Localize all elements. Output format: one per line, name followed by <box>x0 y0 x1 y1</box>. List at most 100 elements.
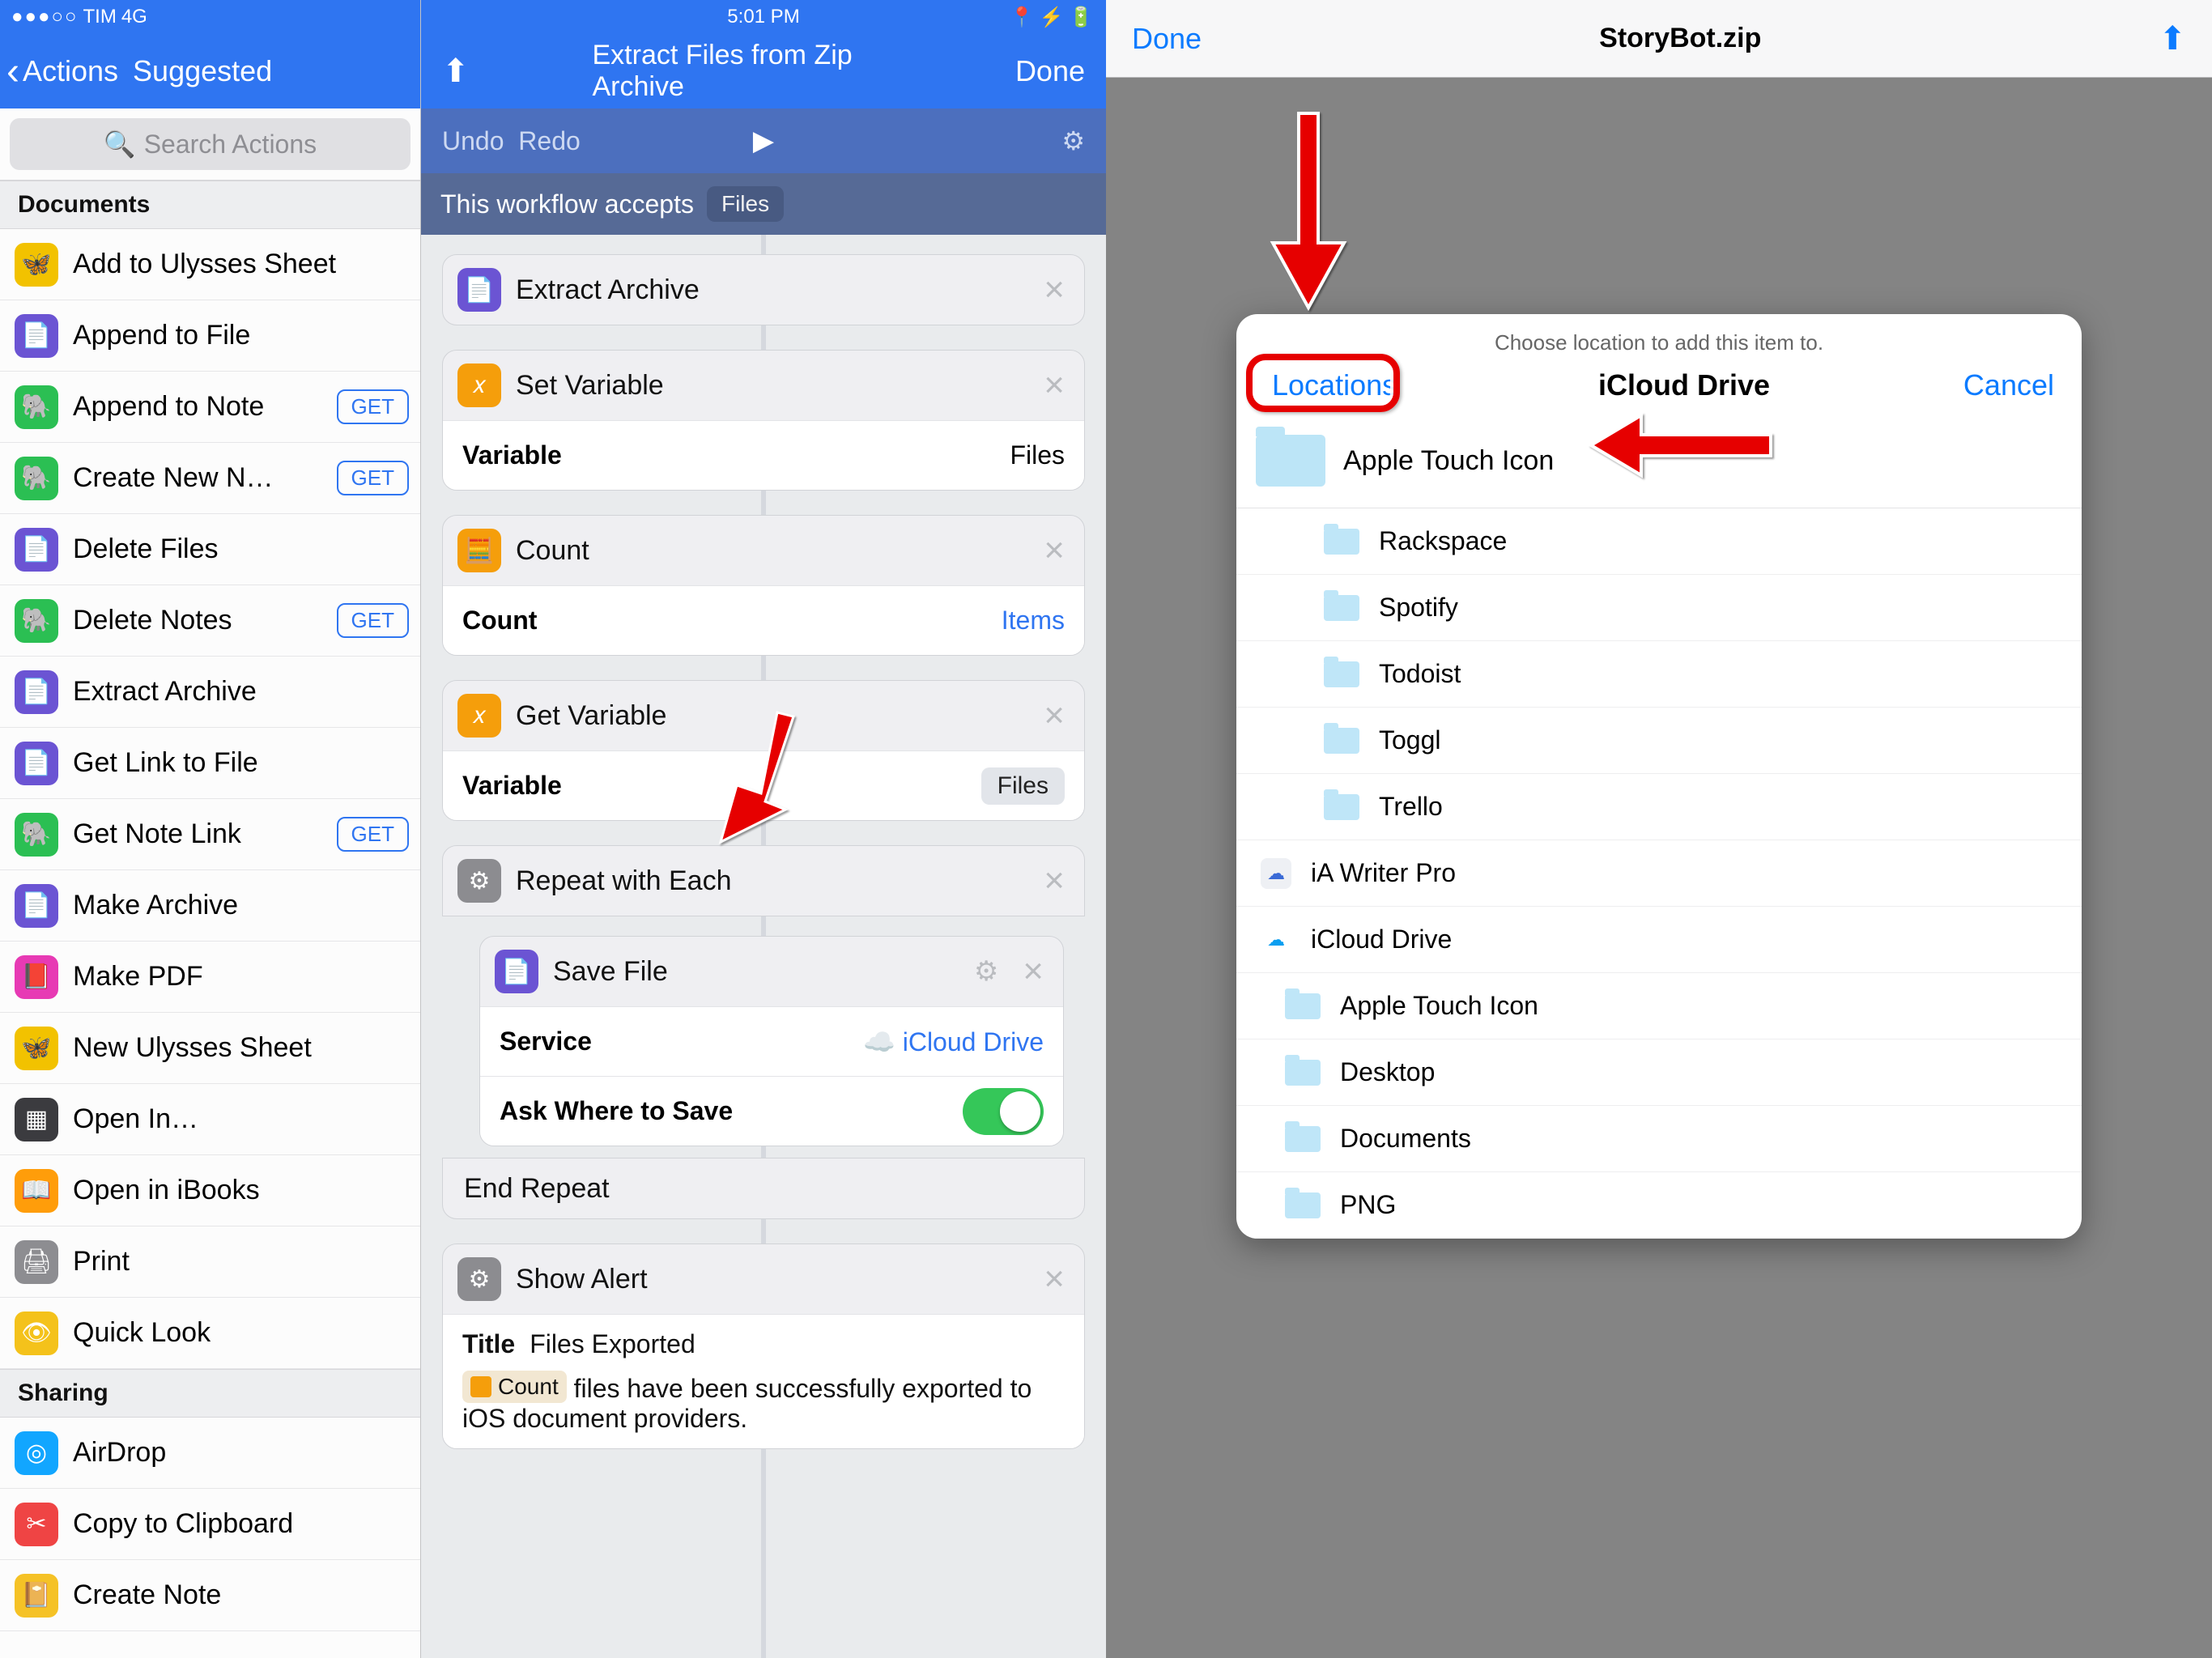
folder-row[interactable]: Documents <box>1236 1106 2082 1172</box>
action-icon: 🖨 <box>15 1240 58 1284</box>
action-label: Delete Notes <box>73 605 322 636</box>
done-button[interactable]: Done <box>1015 54 1085 88</box>
nav-back-suggested[interactable]: Suggested <box>133 54 272 88</box>
action-item[interactable]: 🦋Add to Ulysses Sheet <box>0 229 420 300</box>
sidebar-nav[interactable]: ‹ Actions Suggested <box>0 34 420 108</box>
app-location-row[interactable]: ☁iA Writer Pro <box>1236 840 2082 907</box>
get-button[interactable]: GET <box>337 603 409 638</box>
folder-row[interactable]: Trello <box>1236 774 2082 840</box>
nav-back-actions[interactable]: Actions <box>23 54 118 88</box>
folder-row[interactable]: Spotify <box>1236 575 2082 641</box>
share-icon[interactable]: ⬆︎ <box>442 53 470 90</box>
close-icon[interactable]: × <box>1018 951 1049 992</box>
close-icon[interactable]: × <box>1039 861 1070 901</box>
accepts-type-pill[interactable]: Files <box>707 186 784 222</box>
step-settings-icon[interactable]: ⚙ <box>974 955 998 988</box>
alert-title-value[interactable]: Files Exported <box>530 1329 696 1359</box>
step-title: Save File <box>553 956 959 988</box>
close-icon[interactable]: × <box>1039 365 1070 406</box>
gear-icon: ⚙ <box>457 859 501 903</box>
action-item[interactable]: 📄Extract Archive <box>0 657 420 728</box>
action-item[interactable]: 🐘Append to NoteGET <box>0 372 420 443</box>
folder-row[interactable]: Rackspace <box>1236 508 2082 575</box>
current-folder-row[interactable]: Apple Touch Icon <box>1236 423 2082 508</box>
get-button[interactable]: GET <box>337 817 409 852</box>
action-item[interactable]: ✂Copy to Clipboard <box>0 1489 420 1560</box>
param-value[interactable]: Files <box>1010 440 1065 470</box>
workflow-body[interactable]: 📄 Extract Archive × 𝑥 Set Variable × Var… <box>421 235 1106 1658</box>
action-label: Add to Ulysses Sheet <box>73 249 409 280</box>
step-extract-archive[interactable]: 📄 Extract Archive × <box>442 254 1085 325</box>
step-count[interactable]: 🧮 Count × Count Items <box>442 515 1085 656</box>
canvas-navbar: ⬆︎ Extract Files from Zip Archive Done <box>421 34 1106 108</box>
workflow-accepts-bar[interactable]: This workflow accepts Files <box>421 173 1106 235</box>
status-bar-center: 5:01 PM 📍 ⚡ 🔋 <box>421 0 1106 34</box>
variable-icon: 𝑥 <box>457 363 501 407</box>
folder-row[interactable]: Toggl <box>1236 708 2082 774</box>
done-button[interactable]: Done <box>1132 22 1202 56</box>
action-label: New Ulysses Sheet <box>73 1032 409 1064</box>
alert-body[interactable]: Title Files Exported Count files have be… <box>443 1314 1084 1448</box>
action-item[interactable]: 🐘Create New N…GET <box>0 443 420 514</box>
action-item[interactable]: 🐘Get Note LinkGET <box>0 799 420 870</box>
action-item[interactable]: 📄Delete Files <box>0 514 420 585</box>
action-icon: 📄 <box>15 528 58 572</box>
share-icon[interactable]: ⬆︎ <box>2159 20 2186 57</box>
action-item[interactable]: 📄Get Link to File <box>0 728 420 799</box>
app-icon: ☁ <box>1261 925 1291 955</box>
close-icon[interactable]: × <box>1039 1259 1070 1299</box>
action-icon: 👁 <box>15 1312 58 1355</box>
step-repeat-each[interactable]: ⚙ Repeat with Each × <box>442 845 1085 916</box>
search-input[interactable]: 🔍 Search Actions <box>10 118 410 170</box>
play-icon[interactable]: ▶ <box>753 125 774 157</box>
step-end-repeat[interactable]: End Repeat <box>442 1158 1085 1219</box>
folder-row[interactable]: Todoist <box>1236 641 2082 708</box>
filename-label: StoryBot.zip <box>1599 23 1761 54</box>
action-item[interactable]: 🖨Print <box>0 1226 420 1298</box>
folder-label: Spotify <box>1379 593 1458 623</box>
action-item[interactable]: ◎AirDrop <box>0 1418 420 1489</box>
folder-icon <box>1285 993 1321 1019</box>
action-item[interactable]: 📖Open in iBooks <box>0 1155 420 1226</box>
settings-gear-icon[interactable]: ⚙ <box>1061 125 1085 156</box>
action-item[interactable]: 📄Make Archive <box>0 870 420 942</box>
param-key: Variable <box>462 771 562 801</box>
step-show-alert[interactable]: ⚙ Show Alert × Title Files Exported Coun… <box>442 1244 1085 1449</box>
network-label: 4G <box>121 6 147 28</box>
section-header: Documents <box>0 181 420 229</box>
back-chevron-icon[interactable]: ‹ <box>6 49 19 94</box>
close-icon[interactable]: × <box>1039 530 1070 571</box>
actions-list[interactable]: Documents🦋Add to Ulysses Sheet📄Append to… <box>0 181 420 1658</box>
redo-button[interactable]: Redo <box>518 126 581 155</box>
param-value-pill[interactable]: Files <box>981 767 1065 805</box>
action-item[interactable]: 👁Quick Look <box>0 1298 420 1369</box>
folder-row[interactable]: Apple Touch Icon <box>1236 973 2082 1039</box>
toggle-ask-where[interactable] <box>963 1088 1044 1135</box>
action-item[interactable]: 🦋New Ulysses Sheet <box>0 1013 420 1084</box>
get-button[interactable]: GET <box>337 461 409 495</box>
variable-token[interactable]: Count <box>462 1371 567 1403</box>
action-item[interactable]: 🐘Delete NotesGET <box>0 585 420 657</box>
folder-label: Trello <box>1379 792 1443 822</box>
close-icon[interactable]: × <box>1039 695 1070 736</box>
action-item[interactable]: 📔Create Note <box>0 1560 420 1631</box>
modal-title: iCloud Drive <box>1598 368 1770 402</box>
cancel-button[interactable]: Cancel <box>1963 368 2054 402</box>
action-item[interactable]: ▦Open In… <box>0 1084 420 1155</box>
folder-row[interactable]: Desktop <box>1236 1039 2082 1106</box>
get-button[interactable]: GET <box>337 389 409 424</box>
app-label: iCloud Drive <box>1311 925 1452 954</box>
app-location-row[interactable]: ☁ iCloud Drive <box>1236 907 2082 973</box>
service-value[interactable]: ☁️ iCloud Drive <box>863 1027 1044 1057</box>
action-item[interactable]: 📕Make PDF <box>0 942 420 1013</box>
modal-folder-list[interactable]: Rackspace Spotify TodoistToggl Trello ☁iA Wr… <box>1236 508 2082 1239</box>
step-save-file[interactable]: 📄 Save File ⚙ × Service ☁️ iCloud Drive … <box>479 936 1064 1146</box>
step-set-variable[interactable]: 𝑥 Set Variable × Variable Files <box>442 350 1085 491</box>
action-icon: 📄 <box>15 314 58 358</box>
close-icon[interactable]: × <box>1039 270 1070 310</box>
action-item[interactable]: 📄Append to File <box>0 300 420 372</box>
undo-button[interactable]: Undo <box>442 126 504 155</box>
cloud-icon: ☁️ <box>863 1027 895 1056</box>
folder-row[interactable]: PNG <box>1236 1172 2082 1239</box>
param-value[interactable]: Items <box>1002 606 1065 636</box>
